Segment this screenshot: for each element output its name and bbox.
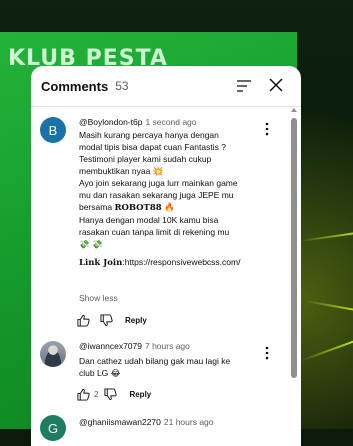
comment-time[interactable]: 21 hours ago (164, 417, 214, 427)
comments-panel: Comments 53 B @Boylondon-t6p 1 second ago… (31, 66, 301, 446)
comment-author[interactable]: @ghaniismawan2270 (79, 417, 161, 427)
light-streak (304, 300, 353, 312)
comment-item: G @ghaniismawan2270 21 hours ago (31, 66, 287, 446)
light-streak (299, 339, 353, 362)
avatar[interactable]: G (40, 415, 66, 441)
scrollbar[interactable] (290, 108, 298, 446)
avatar-letter: G (47, 420, 59, 436)
scrollbar-thumb[interactable] (291, 118, 297, 378)
light-streak (299, 231, 353, 242)
scroll-up-arrow-icon[interactable] (291, 108, 297, 112)
comment-header: @ghaniismawan2270 21 hours ago (79, 417, 214, 427)
